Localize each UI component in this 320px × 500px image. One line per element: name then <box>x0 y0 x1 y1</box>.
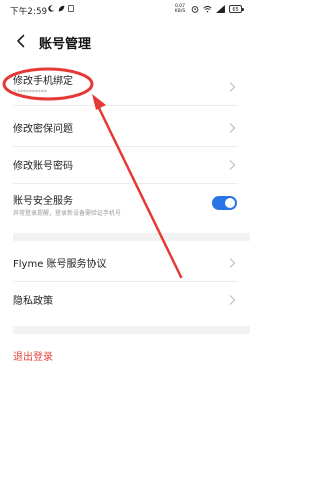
settings-item-sub: 异常登录提醒，登录新设备需验证手机号 <box>13 210 122 217</box>
network-speed-unit: KB/S <box>174 9 186 14</box>
settings-item-account-security: 账号安全服务 异常登录提醒，登录新设备需验证手机号 <box>0 186 250 224</box>
back-arrow-icon <box>16 34 24 48</box>
network-speed: 0.07 KB/S <box>173 4 187 14</box>
settings-item-label: 隐私政策 <box>13 296 53 307</box>
status-time: 下午2:59 <box>10 7 48 17</box>
settings-item-label: 修改手机绑定 <box>13 76 73 87</box>
status-bar: 下午2:59 0.07 KB/S 65 <box>0 0 250 22</box>
chevron-right-icon <box>229 82 236 92</box>
header: 账号管理 <box>0 26 250 58</box>
divider <box>13 281 238 282</box>
wifi-icon <box>203 5 212 13</box>
account-security-toggle[interactable] <box>212 196 237 210</box>
sim-card-icon <box>68 5 74 12</box>
divider <box>13 183 238 184</box>
moon-icon <box>48 5 55 12</box>
status-right-icons: 0.07 KB/S 65 <box>173 4 244 14</box>
chevron-right-icon <box>229 295 236 305</box>
section-gap <box>13 233 250 241</box>
settings-item-security-question[interactable]: 修改密保问题 <box>0 111 250 145</box>
divider <box>13 146 238 147</box>
divider <box>13 105 238 106</box>
settings-item-change-phone[interactable]: 修改手机绑定 1********** <box>0 66 250 104</box>
back-button[interactable] <box>10 30 30 52</box>
battery-icon: 65 <box>229 5 244 13</box>
page-title: 账号管理 <box>39 37 92 52</box>
logout-button[interactable]: 退出登录 <box>13 348 53 363</box>
alarm-icon <box>191 6 199 13</box>
settings-item-change-password[interactable]: 修改账号密码 <box>0 148 250 182</box>
settings-item-sub: 1********** <box>13 89 47 96</box>
toggle-knob <box>225 198 235 208</box>
settings-item-label: 修改账号密码 <box>13 161 73 172</box>
settings-item-label: Flyme 账号服务协议 <box>13 259 107 270</box>
section-gap <box>13 326 250 334</box>
settings-item-label: 账号安全服务 <box>13 196 73 207</box>
settings-item-service-agreement[interactable]: Flyme 账号服务协议 <box>0 246 250 280</box>
chevron-right-icon <box>229 160 236 170</box>
leaf-icon <box>58 5 65 12</box>
chevron-right-icon <box>229 258 236 268</box>
settings-item-privacy-policy[interactable]: 隐私政策 <box>0 283 250 317</box>
signal-icon <box>216 5 225 13</box>
status-notification-icons <box>48 5 74 12</box>
settings-item-label: 修改密保问题 <box>13 124 73 135</box>
chevron-right-icon <box>229 123 236 133</box>
